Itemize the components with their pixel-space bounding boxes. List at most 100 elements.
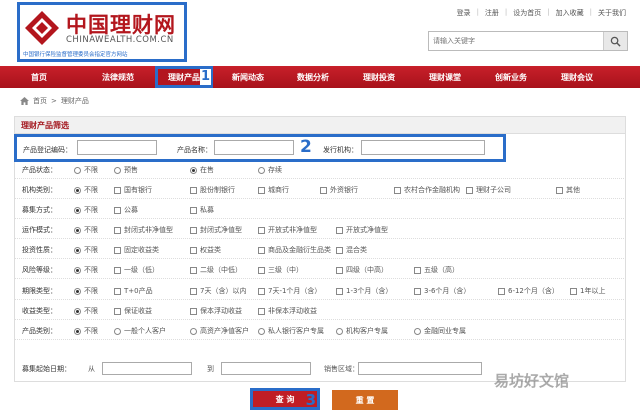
radio-button[interactable] <box>114 327 121 335</box>
filter-option[interactable]: 6-12个月（含） <box>498 286 559 296</box>
nav-investment[interactable]: 理财投资 <box>346 66 412 88</box>
filter-option[interactable]: 混合类 <box>336 245 367 255</box>
filter-option[interactable]: 不限 <box>74 185 98 195</box>
nav-home[interactable]: 首页 <box>0 66 78 88</box>
filter-option[interactable]: 不限 <box>74 326 98 336</box>
radio-button[interactable] <box>74 287 81 295</box>
radio-button[interactable] <box>74 226 81 234</box>
login-link[interactable]: 登录 <box>451 8 477 18</box>
checkbox[interactable] <box>414 266 421 274</box>
issuer-input[interactable] <box>361 140 485 155</box>
filter-option[interactable]: 1年以上 <box>570 286 605 296</box>
filter-option[interactable]: 商品及金融衍生品类 <box>258 245 331 255</box>
filter-option[interactable]: 存续 <box>258 165 282 175</box>
filter-option[interactable]: 机构客户专属 <box>336 326 388 336</box>
filter-option[interactable]: 7天（含）以内 <box>190 286 246 296</box>
filter-option[interactable]: 二级（中低） <box>190 265 242 275</box>
radio-button[interactable] <box>258 327 265 335</box>
filter-option[interactable]: 固定收益类 <box>114 245 159 255</box>
filter-option[interactable]: 四级（中高） <box>336 265 388 275</box>
checkbox[interactable] <box>114 307 121 315</box>
filter-option[interactable]: 其他 <box>556 185 580 195</box>
filter-option[interactable]: 外资银行 <box>320 185 358 195</box>
filter-option[interactable]: 高资产净值客户 <box>190 326 249 336</box>
filter-option[interactable]: 预售 <box>114 165 138 175</box>
checkbox[interactable] <box>258 287 265 295</box>
filter-option[interactable]: 开放式非净值型 <box>258 225 317 235</box>
filter-option[interactable]: 7天-1个月（含） <box>258 286 321 296</box>
filter-option[interactable]: 封闭式非净值型 <box>114 225 173 235</box>
checkbox[interactable] <box>570 287 577 295</box>
checkbox[interactable] <box>258 226 265 234</box>
checkbox[interactable] <box>414 287 421 295</box>
checkbox[interactable] <box>336 287 343 295</box>
checkbox[interactable] <box>114 226 121 234</box>
checkbox[interactable] <box>258 266 265 274</box>
nav-news[interactable]: 新闻动态 <box>216 66 280 88</box>
nav-classroom[interactable]: 理财课堂 <box>412 66 478 88</box>
checkbox[interactable] <box>466 186 473 194</box>
filter-option[interactable]: 1-3个月（含） <box>336 286 392 296</box>
nav-data-analysis[interactable]: 数据分析 <box>280 66 346 88</box>
date-from-input[interactable] <box>102 362 192 375</box>
filter-option[interactable]: 在售 <box>190 165 214 175</box>
checkbox[interactable] <box>190 287 197 295</box>
date-to-input[interactable] <box>221 362 311 375</box>
radio-button[interactable] <box>74 246 81 254</box>
register-link[interactable]: 注册 <box>479 8 505 18</box>
reg-code-input[interactable] <box>77 140 157 155</box>
filter-option[interactable]: 保本浮动收益 <box>190 306 242 316</box>
checkbox[interactable] <box>114 186 121 194</box>
nav-laws[interactable]: 法律规范 <box>78 66 158 88</box>
filter-option[interactable]: 权益类 <box>190 245 221 255</box>
filter-option[interactable]: 国有银行 <box>114 185 152 195</box>
radio-button[interactable] <box>336 327 343 335</box>
checkbox[interactable] <box>336 266 343 274</box>
search-input[interactable] <box>429 32 604 50</box>
filter-option[interactable]: 金融同业专属 <box>414 326 466 336</box>
filter-option[interactable]: 股份制银行 <box>190 185 235 195</box>
checkbox[interactable] <box>336 226 343 234</box>
checkbox[interactable] <box>114 206 121 214</box>
nav-innovation[interactable]: 创新业务 <box>478 66 544 88</box>
checkbox[interactable] <box>114 246 121 254</box>
radio-button[interactable] <box>74 166 81 174</box>
filter-option[interactable]: 不限 <box>74 265 98 275</box>
filter-option[interactable]: 保证收益 <box>114 306 152 316</box>
filter-option[interactable]: 不限 <box>74 225 98 235</box>
filter-option[interactable]: 农村合作金融机构 <box>394 185 460 195</box>
checkbox[interactable] <box>190 226 197 234</box>
filter-option[interactable]: 开放式净值型 <box>336 225 388 235</box>
filter-option[interactable]: 一级（低） <box>114 265 159 275</box>
logo[interactable]: 中国理财网 CHINAWEALTH.COM.CN 中国银行保险监督管理委员会指定… <box>17 2 187 62</box>
product-name-input[interactable] <box>214 140 294 155</box>
filter-option[interactable]: 理财子公司 <box>466 185 511 195</box>
search-button[interactable] <box>603 32 627 50</box>
radio-button[interactable] <box>74 186 81 194</box>
radio-button[interactable] <box>190 166 197 174</box>
add-favorite-link[interactable]: 加入收藏 <box>550 8 590 18</box>
region-input[interactable] <box>358 362 482 375</box>
filter-option[interactable]: 公募 <box>114 205 138 215</box>
filter-option[interactable]: 私募 <box>190 205 214 215</box>
radio-button[interactable] <box>414 327 421 335</box>
radio-button[interactable] <box>74 327 81 335</box>
breadcrumb-home[interactable]: 首页 <box>33 96 47 106</box>
checkbox[interactable] <box>190 307 197 315</box>
filter-option[interactable]: 一般个人客户 <box>114 326 166 336</box>
checkbox[interactable] <box>556 186 563 194</box>
filter-option[interactable]: 非保本浮动收益 <box>258 306 317 316</box>
radio-button[interactable] <box>258 166 265 174</box>
checkbox[interactable] <box>114 266 121 274</box>
checkbox[interactable] <box>190 206 197 214</box>
radio-button[interactable] <box>74 307 81 315</box>
checkbox[interactable] <box>258 186 265 194</box>
filter-option[interactable]: 城商行 <box>258 185 289 195</box>
filter-option[interactable]: 五级（高） <box>414 265 459 275</box>
filter-option[interactable]: 3-6个月（含） <box>414 286 470 296</box>
radio-button[interactable] <box>114 166 121 174</box>
radio-button[interactable] <box>74 266 81 274</box>
about-us-link[interactable]: 关于我们 <box>592 8 632 18</box>
reset-button[interactable]: 重 置 <box>332 390 398 410</box>
filter-option[interactable]: 不限 <box>74 286 98 296</box>
